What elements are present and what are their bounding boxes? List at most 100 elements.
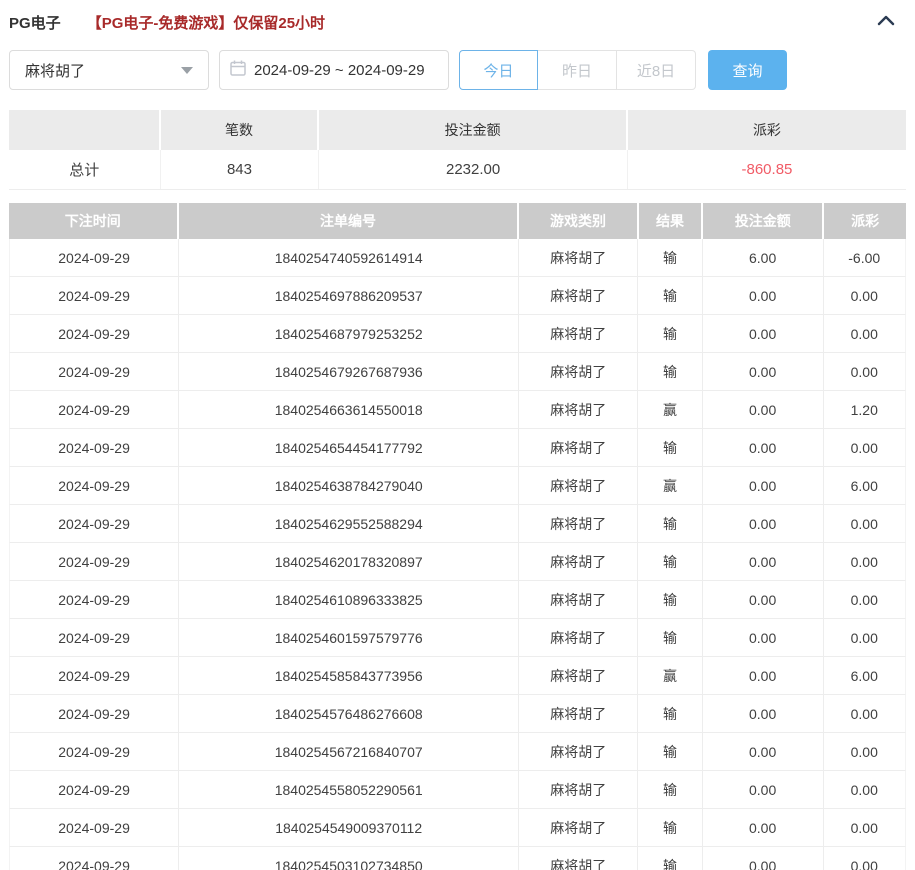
cell-bet-amount: 0.00 [703,505,824,542]
cell-bet-time: 2024-09-29 [10,467,179,504]
cell-result: 输 [638,581,702,618]
cell-result: 输 [638,847,702,870]
cell-bet-id: 1840254638784279040 [179,467,519,504]
cell-bet-amount: 0.00 [703,467,824,504]
summary-header-count: 笔数 [161,110,320,150]
date-range-picker[interactable]: 2024-09-29 ~ 2024-09-29 [219,50,449,90]
col-header-result: 结果 [639,203,704,239]
game-select[interactable]: 麻将胡了 [9,50,209,90]
cell-bet-amount: 0.00 [703,619,824,656]
cell-bet-id: 1840254503102734850 [179,847,519,870]
game-select-value: 麻将胡了 [25,60,85,81]
cell-bet-amount: 0.00 [703,429,824,466]
cell-payout: 0.00 [824,581,905,618]
cell-bet-time: 2024-09-29 [10,505,179,542]
table-row: 2024-09-29 1840254679267687936 麻将胡了 输 0.… [9,353,906,391]
query-button[interactable]: 查询 [708,50,787,90]
table-row: 2024-09-29 1840254576486276608 麻将胡了 输 0.… [9,695,906,733]
cell-bet-id: 1840254687979253252 [179,315,519,352]
cell-game-type: 麻将胡了 [519,543,638,580]
cell-bet-amount: 0.00 [703,733,824,770]
cell-result: 输 [638,239,702,276]
col-header-bet-id: 注单编号 [179,203,520,239]
cell-payout: 0.00 [824,809,905,846]
table-row: 2024-09-29 1840254620178320897 麻将胡了 输 0.… [9,543,906,581]
table-row: 2024-09-29 1840254610896333825 麻将胡了 输 0.… [9,581,906,619]
summary-header-row: 笔数 投注金额 派彩 [9,110,906,150]
cell-result: 输 [638,277,702,314]
table-row: 2024-09-29 1840254629552588294 麻将胡了 输 0.… [9,505,906,543]
cell-bet-amount: 0.00 [703,809,824,846]
cell-bet-amount: 0.00 [703,657,824,694]
quick-date-group: 今日 昨日 近8日 [459,50,696,90]
cell-bet-time: 2024-09-29 [10,581,179,618]
cell-game-type: 麻将胡了 [519,391,638,428]
cell-result: 输 [638,315,702,352]
collapse-button[interactable] [872,10,900,34]
cell-bet-time: 2024-09-29 [10,619,179,656]
col-header-game-type: 游戏类别 [519,203,638,239]
cell-payout: 0.00 [824,847,905,870]
table-row: 2024-09-29 1840254503102734850 麻将胡了 输 0.… [9,847,906,870]
cell-bet-amount: 0.00 [703,771,824,808]
cell-game-type: 麻将胡了 [519,771,638,808]
cell-payout: 0.00 [824,505,905,542]
cell-payout: 0.00 [824,695,905,732]
cell-bet-time: 2024-09-29 [10,733,179,770]
cell-payout: 0.00 [824,543,905,580]
summary-header-blank [9,110,161,150]
summary-header-payout: 派彩 [628,110,906,150]
cell-bet-id: 1840254601597579776 [179,619,519,656]
table-row: 2024-09-29 1840254558052290561 麻将胡了 输 0.… [9,771,906,809]
cell-bet-time: 2024-09-29 [10,695,179,732]
cell-bet-id: 1840254558052290561 [179,771,519,808]
summary-header-bet-amount: 投注金额 [319,110,628,150]
cell-game-type: 麻将胡了 [519,695,638,732]
cell-bet-amount: 0.00 [703,353,824,390]
cell-game-type: 麻将胡了 [519,733,638,770]
bet-history-panel: PG电子 【PG电子-免费游戏】仅保留25小时 麻将胡了 2024-09-29 … [0,0,915,870]
cell-payout: 0.00 [824,429,905,466]
summary-total-row: 总计 843 2232.00 -860.85 [9,150,906,190]
cell-game-type: 麻将胡了 [519,847,638,870]
cell-game-type: 麻将胡了 [519,353,638,390]
last-8-days-button[interactable]: 近8日 [617,50,696,90]
cell-game-type: 麻将胡了 [519,467,638,504]
cell-payout: 0.00 [824,277,905,314]
cell-result: 输 [638,809,702,846]
cell-bet-time: 2024-09-29 [10,657,179,694]
page-title: PG电子 [9,12,61,33]
cell-result: 输 [638,353,702,390]
cell-bet-id: 1840254740592614914 [179,239,519,276]
cell-bet-time: 2024-09-29 [10,429,179,466]
cell-payout: -6.00 [824,239,905,276]
bet-table-header: 下注时间 注单编号 游戏类别 结果 投注金额 派彩 [9,203,906,239]
cell-bet-id: 1840254620178320897 [179,543,519,580]
cell-bet-time: 2024-09-29 [10,391,179,428]
table-row: 2024-09-29 1840254585843773956 麻将胡了 赢 0.… [9,657,906,695]
table-row: 2024-09-29 1840254740592614914 麻将胡了 输 6.… [9,239,906,277]
cell-bet-amount: 0.00 [703,277,824,314]
table-row: 2024-09-29 1840254549009370112 麻将胡了 输 0.… [9,809,906,847]
yesterday-button[interactable]: 昨日 [538,50,617,90]
cell-result: 输 [638,619,702,656]
cell-bet-amount: 0.00 [703,391,824,428]
cell-game-type: 麻将胡了 [519,581,638,618]
cell-bet-amount: 0.00 [703,581,824,618]
cell-payout: 6.00 [824,467,905,504]
cell-bet-time: 2024-09-29 [10,353,179,390]
summary-total-label: 总计 [9,150,161,189]
bet-records-table: 下注时间 注单编号 游戏类别 结果 投注金额 派彩 2024-09-29 184… [9,203,906,870]
cell-bet-amount: 6.00 [703,239,824,276]
cell-bet-time: 2024-09-29 [10,277,179,314]
cell-bet-amount: 0.00 [703,695,824,732]
cell-payout: 0.00 [824,619,905,656]
date-range-value: 2024-09-29 ~ 2024-09-29 [254,62,425,79]
cell-payout: 1.20 [824,391,905,428]
col-header-payout: 派彩 [824,203,906,239]
cell-bet-time: 2024-09-29 [10,315,179,352]
today-button[interactable]: 今日 [459,50,538,90]
cell-game-type: 麻将胡了 [519,809,638,846]
bet-table-body: 2024-09-29 1840254740592614914 麻将胡了 输 6.… [9,239,906,870]
cell-payout: 0.00 [824,353,905,390]
